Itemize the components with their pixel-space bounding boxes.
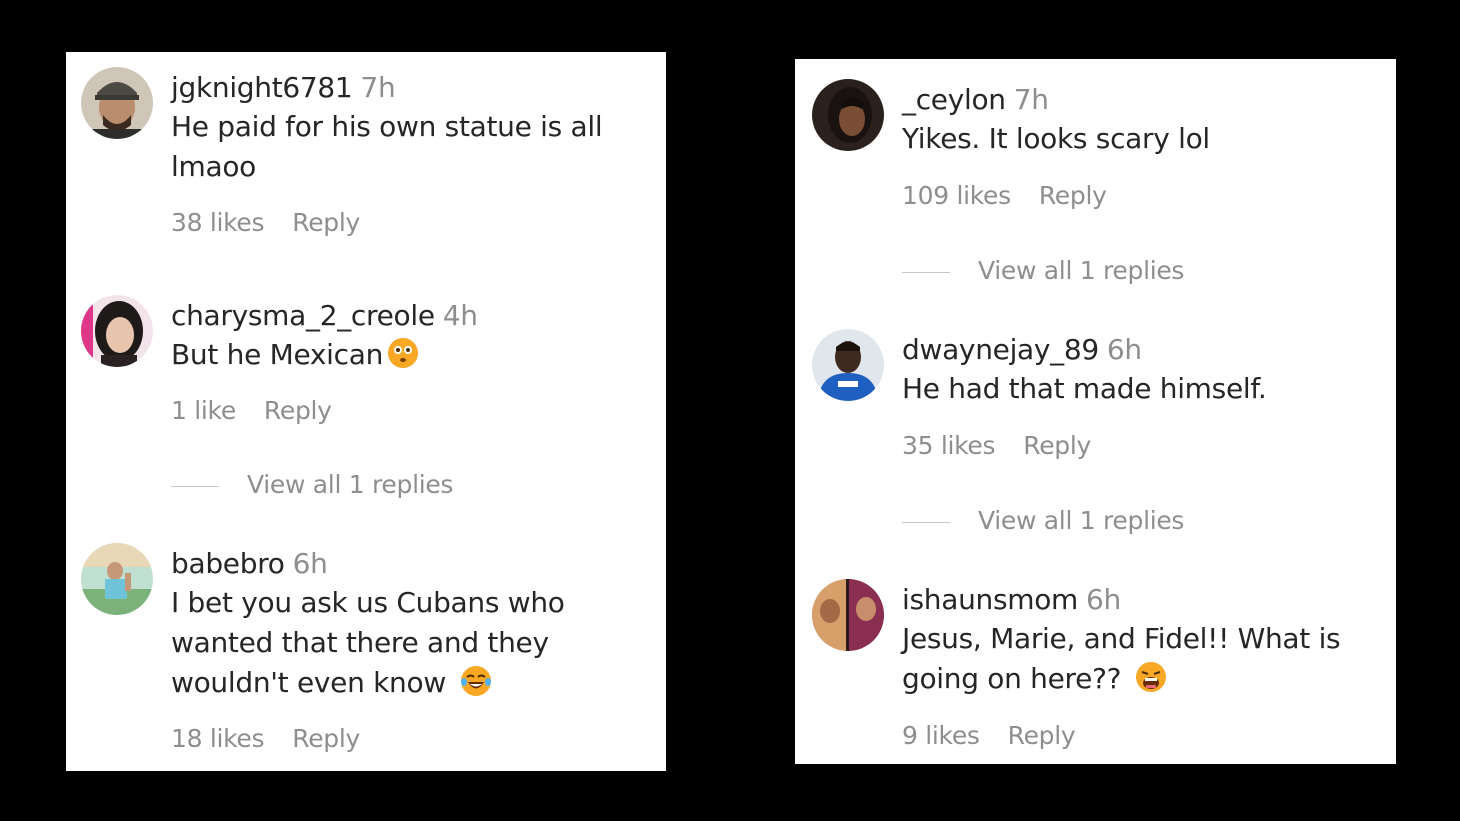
timestamp: 4h <box>442 299 478 332</box>
view-replies-label: View all 1 replies <box>247 470 454 499</box>
likes-count[interactable]: 9 likes <box>902 721 980 750</box>
avatar[interactable] <box>812 79 884 151</box>
username[interactable]: dwaynejay_89 <box>902 333 1099 366</box>
exhausted-face-emoji-icon <box>1135 661 1167 693</box>
comment-text-line: He paid for his own statue is all <box>171 110 603 143</box>
comment-header: babebro 6h <box>171 546 328 582</box>
reply-button[interactable]: Reply <box>1008 721 1076 750</box>
comments-panel-left: jgknight6781 7h He paid for his own statu… <box>66 52 666 771</box>
timestamp: 7h <box>360 71 396 104</box>
comment-text-line: Yikes. It looks scary lol <box>902 122 1210 155</box>
comment-actions: 35 likes Reply <box>902 430 1091 462</box>
reply-button[interactable]: Reply <box>292 724 360 753</box>
username[interactable]: ishaunsmom <box>902 583 1078 616</box>
comment-text-line: lmaoo <box>171 150 256 183</box>
reply-button[interactable]: Reply <box>292 208 360 237</box>
laughing-tears-emoji-icon <box>460 665 492 697</box>
comment-actions: 38 likes Reply <box>171 207 360 239</box>
timestamp: 6h <box>1086 583 1122 616</box>
reply-button[interactable]: Reply <box>1023 431 1091 460</box>
avatar[interactable] <box>81 67 153 139</box>
comment-text: But he Mexican <box>171 338 384 371</box>
likes-count[interactable]: 109 likes <box>902 181 1011 210</box>
comment-text: going on here?? <box>902 662 1122 695</box>
comment-header: _ceylon 7h <box>902 82 1049 118</box>
username[interactable]: jgknight6781 <box>171 71 353 104</box>
username[interactable]: _ceylon <box>902 83 1006 116</box>
reply-button[interactable]: Reply <box>264 396 332 425</box>
comment-actions: 109 likes Reply <box>902 180 1107 212</box>
avatar[interactable] <box>812 579 884 651</box>
view-replies-label: View all 1 replies <box>978 506 1185 535</box>
comment-header: charysma_2_creole 4h <box>171 298 478 334</box>
comment-actions: 9 likes Reply <box>902 720 1076 752</box>
comment-text-line: going on here?? <box>902 659 1167 699</box>
comment-actions: 18 likes Reply <box>171 723 360 755</box>
likes-count[interactable]: 18 likes <box>171 724 265 753</box>
comment-header: jgknight6781 7h <box>171 70 396 106</box>
avatar[interactable] <box>81 543 153 615</box>
comment-text-line: He had that made himself. <box>902 372 1267 405</box>
comments-panel-right: _ceylon 7h Yikes. It looks scary lol 109 … <box>795 59 1396 764</box>
likes-count[interactable]: 35 likes <box>902 431 996 460</box>
view-replies-button[interactable]: View all 1 replies <box>171 469 453 501</box>
replies-divider <box>902 271 950 273</box>
view-replies-button[interactable]: View all 1 replies <box>902 505 1184 537</box>
likes-count[interactable]: 1 like <box>171 396 236 425</box>
comment-header: ishaunsmom 6h <box>902 582 1121 618</box>
username[interactable]: babebro <box>171 547 285 580</box>
replies-divider <box>171 485 219 487</box>
comment-actions: 1 like Reply <box>171 395 332 427</box>
avatar[interactable] <box>81 295 153 367</box>
comment-text-line: wanted that there and they <box>171 626 549 659</box>
likes-count[interactable]: 38 likes <box>171 208 265 237</box>
timestamp: 6h <box>1106 333 1142 366</box>
username[interactable]: charysma_2_creole <box>171 299 435 332</box>
comment-text-line: wouldn't even know <box>171 663 492 703</box>
comment-text-line: I bet you ask us Cubans who <box>171 586 565 619</box>
comment-text-line: Jesus, Marie, and Fidel!! What is <box>902 622 1341 655</box>
flushed-face-emoji-icon <box>387 337 419 369</box>
timestamp: 7h <box>1013 83 1049 116</box>
comment-text-line: But he Mexican <box>171 335 419 375</box>
timestamp: 6h <box>292 547 328 580</box>
avatar[interactable] <box>812 329 884 401</box>
reply-button[interactable]: Reply <box>1039 181 1107 210</box>
view-replies-label: View all 1 replies <box>978 256 1185 285</box>
replies-divider <box>902 521 950 523</box>
comment-header: dwaynejay_89 6h <box>902 332 1142 368</box>
view-replies-button[interactable]: View all 1 replies <box>902 255 1184 287</box>
comment-text: wouldn't even know <box>171 666 446 699</box>
